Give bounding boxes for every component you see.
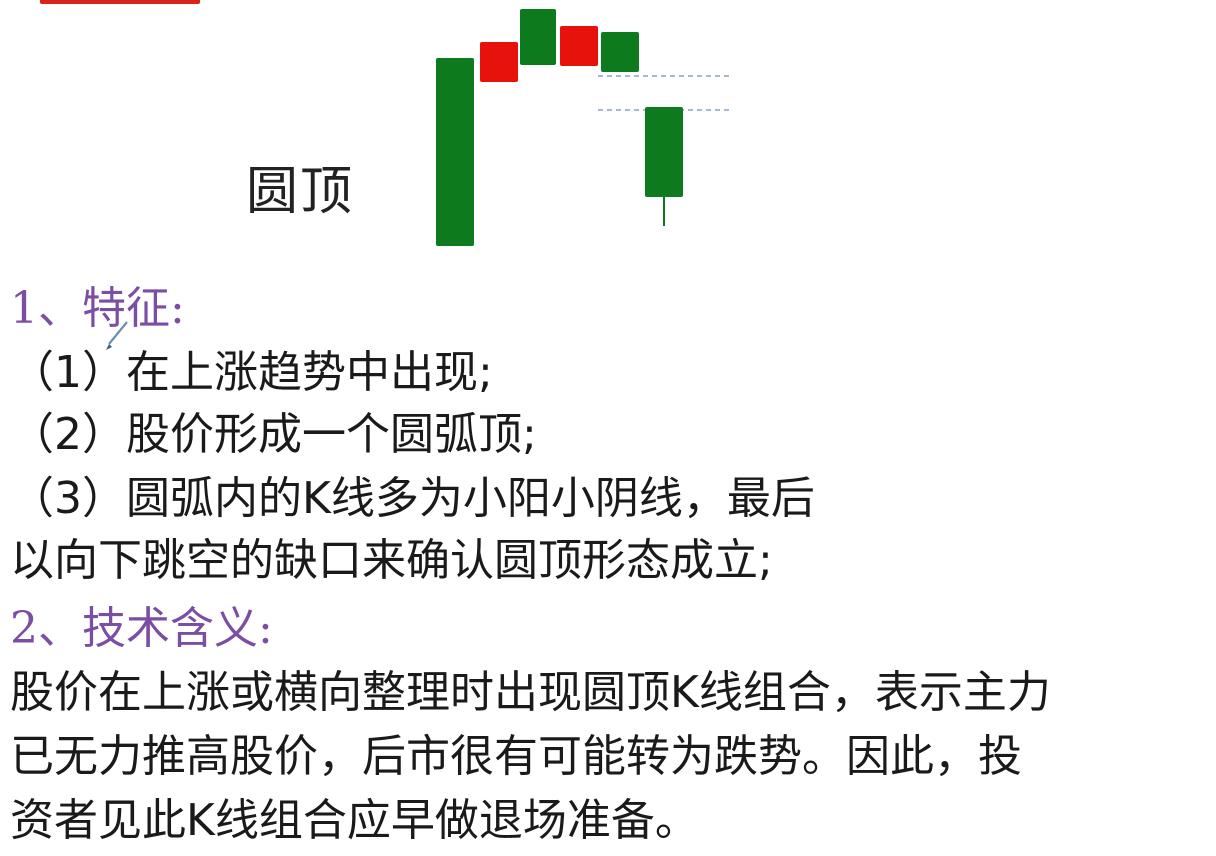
- candle-1: [436, 58, 474, 246]
- feature-item-1: （1）在上涨趋势中出现;: [10, 347, 493, 398]
- section2-heading: 2、技术含义:: [10, 603, 273, 654]
- feature-item-3: （3）圆弧内的K线多为小阳小阴线，最后: [10, 473, 815, 524]
- meaning-line-3: 资者见此K线组合应早做退场准备。: [10, 795, 699, 846]
- candle-3: [520, 9, 556, 65]
- candle-4: [560, 26, 598, 66]
- candle-6: [645, 107, 683, 197]
- pattern-label: 圆顶: [246, 162, 355, 222]
- feature-item-2: （2）股价形成一个圆弧顶;: [10, 409, 537, 460]
- rounding-top-candlestick-diagram: [436, 9, 730, 246]
- candle-2: [480, 42, 518, 82]
- meaning-line-1: 股价在上涨或横向整理时出现圆顶K线组合，表示主力: [10, 667, 1051, 718]
- section1-heading: 1、特征:: [10, 283, 185, 334]
- candle-5: [601, 32, 639, 72]
- feature-item-3-continued: 以向下跳空的缺口来确认圆顶形态成立;: [10, 535, 773, 586]
- meaning-line-2: 已无力推高股价，后市很有可能转为跌势。因此，投: [10, 731, 1022, 782]
